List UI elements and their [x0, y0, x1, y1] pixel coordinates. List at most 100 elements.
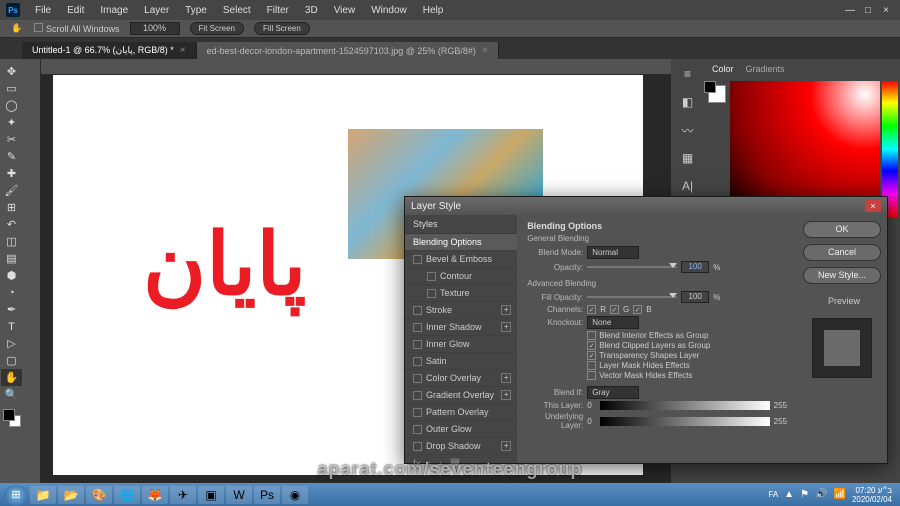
menu-view[interactable]: View [327, 3, 363, 18]
tab-untitled[interactable]: Untitled-1 @ 66.7% (پایان, RGB/8) *× [22, 42, 197, 59]
fill-input[interactable]: 100 [681, 291, 709, 303]
char-icon[interactable]: A| [677, 175, 699, 197]
tb-firefox[interactable]: 🦊 [142, 486, 168, 504]
style-row-stroke[interactable]: Stroke+ [405, 302, 517, 319]
new-style-button[interactable]: New Style... [803, 267, 881, 284]
style-checkbox[interactable] [413, 425, 422, 434]
zoom-tool[interactable]: 🔍 [1, 386, 22, 403]
add-icon[interactable]: + [501, 373, 511, 383]
brushes-icon[interactable]: 〰 [677, 119, 699, 141]
type-tool[interactable]: T [1, 318, 22, 335]
tb-explorer[interactable]: 📁 [30, 486, 56, 504]
eraser-tool[interactable]: ◫ [1, 233, 22, 250]
tb-paint[interactable]: 🎨 [86, 486, 112, 504]
channel-r-checkbox[interactable] [587, 305, 596, 314]
add-icon[interactable]: + [501, 305, 511, 315]
wand-tool[interactable]: ✦ [1, 114, 22, 131]
style-row-pattern-overlay[interactable]: Pattern Overlay [405, 404, 517, 421]
option-checkbox[interactable] [587, 361, 596, 370]
menu-file[interactable]: File [28, 3, 58, 18]
knockout-select[interactable]: None [587, 316, 639, 329]
style-row-color-overlay[interactable]: Color Overlay+ [405, 370, 517, 387]
tb-folder2[interactable]: 📂 [58, 486, 84, 504]
style-row-contour[interactable]: Contour [405, 268, 517, 285]
style-checkbox[interactable] [413, 374, 422, 383]
add-icon[interactable]: + [501, 441, 511, 451]
menu-help[interactable]: Help [416, 3, 451, 18]
crop-tool[interactable]: ✂ [1, 131, 22, 148]
shape-tool[interactable]: ▢ [1, 352, 22, 369]
menu-window[interactable]: Window [364, 3, 414, 18]
menu-filter[interactable]: Filter [260, 3, 296, 18]
tray-sound-icon[interactable]: 🔊 [815, 489, 827, 500]
close-icon[interactable]: × [180, 45, 186, 56]
style-checkbox[interactable] [427, 289, 436, 298]
layers-icon[interactable]: ▦ [677, 147, 699, 169]
lang-indicator[interactable]: FA [768, 490, 778, 499]
tray-up-icon[interactable]: ▲ [784, 489, 794, 500]
menu-3d[interactable]: 3D [298, 3, 325, 18]
properties-icon[interactable]: ◧ [677, 91, 699, 113]
style-row-bevel-emboss[interactable]: Bevel & Emboss [405, 251, 517, 268]
color-tab[interactable]: Color [712, 64, 734, 74]
style-checkbox[interactable] [413, 442, 422, 451]
move-tool[interactable]: ✥ [1, 63, 22, 80]
tb-telegram[interactable]: ✈ [170, 486, 196, 504]
option-vector-mask-hides-effects[interactable]: Vector Mask Hides Effects [587, 371, 787, 380]
opacity-input[interactable]: 100 [681, 261, 709, 273]
gradient-tool[interactable]: ▤ [1, 250, 22, 267]
style-checkbox[interactable] [413, 323, 422, 332]
brush-tool[interactable]: 🖌 [1, 182, 22, 199]
menu-edit[interactable]: Edit [60, 3, 91, 18]
lasso-tool[interactable]: ◯ [1, 97, 22, 114]
tb-app[interactable]: ▣ [198, 486, 224, 504]
scroll-all-option[interactable]: Scroll All Windows [34, 23, 120, 34]
opacity-slider[interactable] [587, 266, 677, 268]
style-row-drop-shadow[interactable]: Drop Shadow+ [405, 438, 517, 455]
dialog-titlebar[interactable]: Layer Style × [405, 197, 887, 215]
blur-tool[interactable]: ⬢ [1, 267, 22, 284]
tab-apartment[interactable]: ed-best-decor-london-apartment-152459710… [197, 42, 499, 59]
style-row-satin[interactable]: Satin [405, 353, 517, 370]
history-icon[interactable]: ≡ [677, 63, 699, 85]
style-checkbox[interactable] [413, 391, 422, 400]
style-row-gradient-overlay[interactable]: Gradient Overlay+ [405, 387, 517, 404]
style-checkbox[interactable] [427, 272, 436, 281]
pen-tool[interactable]: ✒ [1, 301, 22, 318]
zoom-input[interactable]: 100% [130, 22, 180, 35]
style-checkbox[interactable] [413, 340, 422, 349]
menu-layer[interactable]: Layer [137, 3, 176, 18]
style-row-outer-glow[interactable]: Outer Glow [405, 421, 517, 438]
color-swatches[interactable] [3, 409, 21, 427]
fill-screen-button[interactable]: Fill Screen [254, 22, 310, 35]
option-checkbox[interactable] [587, 371, 596, 380]
close-icon[interactable]: × [482, 45, 488, 56]
close-button[interactable]: × [878, 5, 894, 16]
gradients-tab[interactable]: Gradients [746, 64, 785, 74]
tb-word[interactable]: W [226, 486, 252, 504]
channel-g-checkbox[interactable] [610, 305, 619, 314]
option-layer-mask-hides-effects[interactable]: Layer Mask Hides Effects [587, 361, 787, 370]
tb-recorder[interactable]: ◉ [282, 486, 308, 504]
style-checkbox[interactable] [413, 357, 422, 366]
ok-button[interactable]: OK [803, 221, 881, 238]
history-brush[interactable]: ↶ [1, 216, 22, 233]
fit-screen-button[interactable]: Fit Screen [190, 22, 244, 35]
blend-mode-select[interactable]: Normal [587, 246, 639, 259]
option-transparency-shapes-layer[interactable]: Transparency Shapes Layer [587, 351, 787, 360]
tb-chrome[interactable]: 🌐 [114, 486, 140, 504]
cancel-button[interactable]: Cancel [803, 244, 881, 261]
style-row-inner-shadow[interactable]: Inner Shadow+ [405, 319, 517, 336]
foreground-color[interactable] [708, 85, 726, 103]
style-row-blending-options[interactable]: Blending Options [405, 234, 517, 251]
style-checkbox[interactable] [413, 255, 422, 264]
underlying-layer-ramp[interactable] [600, 417, 770, 426]
tray-action-icon[interactable]: ⚑ [800, 489, 809, 500]
channel-b-checkbox[interactable] [633, 305, 642, 314]
style-row-texture[interactable]: Texture [405, 285, 517, 302]
menu-image[interactable]: Image [93, 3, 135, 18]
option-checkbox[interactable] [587, 341, 596, 350]
start-button[interactable]: ⊞ [4, 485, 28, 505]
path-tool[interactable]: ▷ [1, 335, 22, 352]
blendif-select[interactable]: Gray [587, 386, 639, 399]
